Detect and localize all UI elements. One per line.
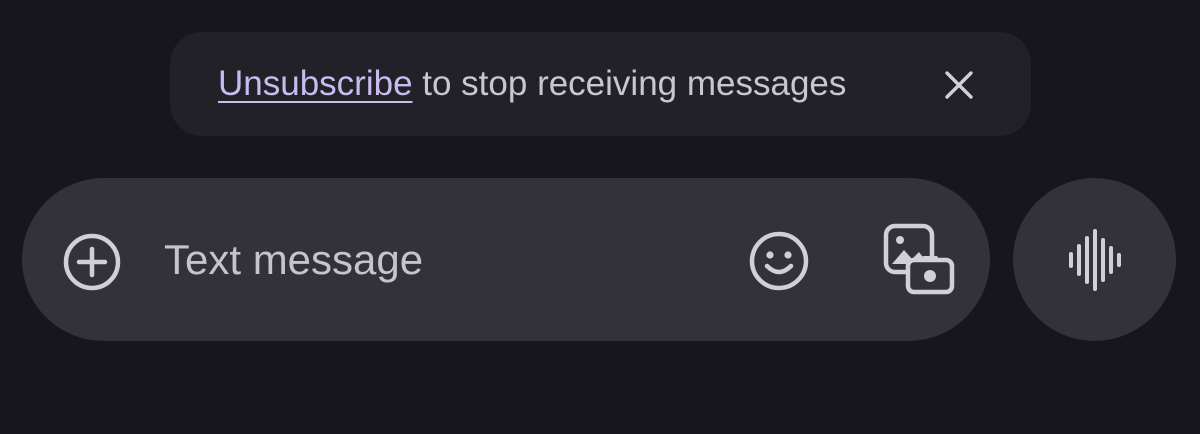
- voice-waveform-icon: [1068, 228, 1121, 291]
- close-banner-button[interactable]: [936, 62, 982, 108]
- text-message-input[interactable]: [164, 228, 724, 292]
- gallery-camera-icon: [883, 223, 955, 295]
- voice-message-button[interactable]: [1013, 178, 1176, 341]
- add-attachment-button[interactable]: [60, 230, 124, 294]
- add-circle-icon: [63, 233, 121, 291]
- conversation-footer: Unsubscribe to stop receiving messages: [0, 0, 1200, 434]
- banner-text: Unsubscribe to stop receiving messages: [218, 62, 846, 106]
- emoji-button[interactable]: [746, 228, 812, 294]
- emoji-icon: [749, 231, 809, 291]
- compose-bar: [22, 178, 990, 341]
- unsubscribe-banner: Unsubscribe to stop receiving messages: [170, 32, 1031, 136]
- unsubscribe-link[interactable]: Unsubscribe: [218, 64, 413, 103]
- banner-message: to stop receiving messages: [412, 64, 847, 103]
- gallery-button[interactable]: [880, 220, 958, 298]
- close-icon: [945, 71, 973, 99]
